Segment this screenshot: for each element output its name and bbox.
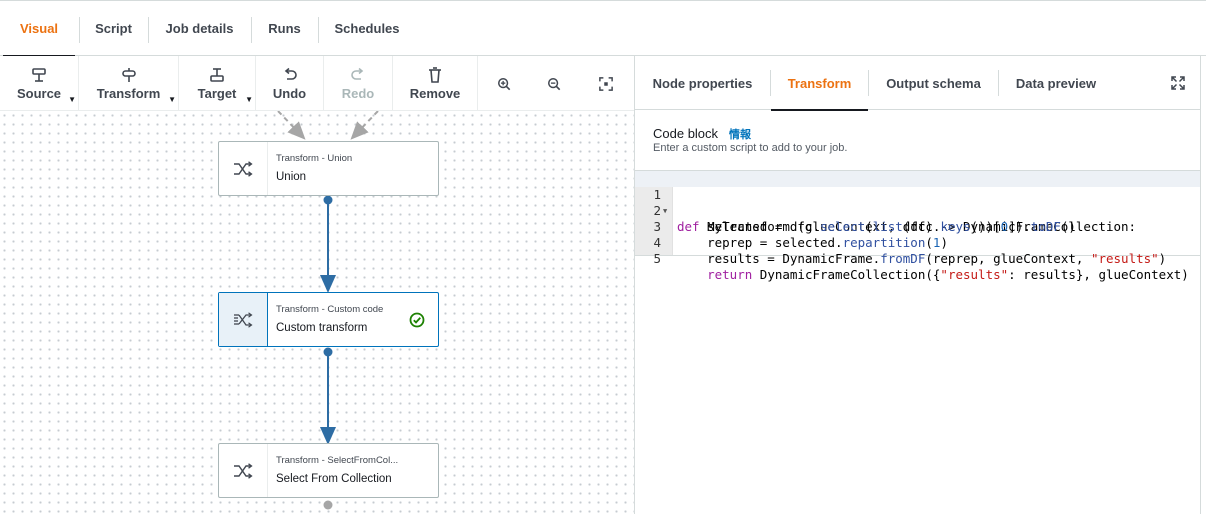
node-icon-box [219,142,268,195]
tab-data-preview[interactable]: Data preview [999,56,1113,110]
code-text: results = DynamicFrame.fromDF(reprep, gl… [677,251,1167,266]
zoom-in-button[interactable] [490,56,518,111]
caret-down-icon: ▼ [168,95,176,104]
node-icon-box [219,444,268,497]
code-block-title: Code block [653,126,719,141]
toolbar-divider [477,56,478,111]
tab-output-schema[interactable]: Output schema [869,56,998,110]
tab-schedules[interactable]: Schedules [319,0,415,56]
source-label: Source [16,85,62,101]
line-number: 5 [653,251,661,266]
node-custom-transform[interactable]: Transform - Custom code Custom transform [218,292,439,347]
fit-to-screen-button[interactable] [592,56,620,111]
tab-job-details[interactable]: Job details [149,0,250,56]
node-union[interactable]: Transform - Union Union [218,141,439,196]
zoom-in-icon [496,76,512,92]
code-line: 5 return DynamicFrameCollection({"result… [635,235,1201,282]
node-icon-box [219,293,268,346]
redo-button[interactable]: Redo [324,56,392,111]
tab-runs[interactable]: Runs [252,0,317,56]
redo-icon [350,67,366,83]
trash-icon [427,66,443,83]
node-type: Transform - SelectFromCol... [276,455,399,466]
node-name: Select From Collection [276,473,392,485]
source-icon [31,67,47,83]
check-circle-icon [409,312,425,333]
code-line: 1 ▼ def MyTransform (glueContext, dfc) -… [635,171,1201,234]
caret-down-icon: ▼ [245,95,253,104]
shuffle-icon [234,462,253,479]
target-icon [209,67,225,83]
transform-button[interactable]: Transform ▼ [79,56,178,111]
zoom-out-button[interactable] [540,56,568,111]
edge-port[interactable] [323,500,333,510]
node-type: Transform - Union [276,153,353,164]
panel-tabs: Node properties Transform Output schema … [635,56,1201,111]
target-button[interactable]: Target ▼ [179,56,255,111]
shuffle-icon [234,160,253,177]
visual-canvas[interactable]: Transform - Union Union Transform - Cust… [0,111,634,514]
code-line: 3 reprep = selected.repartition(1) [635,203,1201,250]
code-text: return DynamicFrameCollection({"results"… [707,267,1189,282]
tab-transform[interactable]: Transform [771,56,868,111]
custom-code-icon [234,311,253,328]
tab-visual[interactable]: Visual [3,0,75,57]
node-select-from-collection[interactable]: Transform - SelectFromCol... Select From… [218,443,439,498]
code-line: 4 results = DynamicFrame.fromDF(reprep, … [635,219,1201,266]
node-name: Union [276,171,307,183]
node-name: Custom transform [276,322,368,334]
caret-down-icon: ▼ [68,95,76,104]
node-details-panel: Node properties Transform Output schema … [634,56,1201,514]
tab-script[interactable]: Script [80,0,147,56]
remove-button[interactable]: Remove [393,56,477,111]
incoming-edge [277,111,306,140]
canvas-toolbar: Source ▼ Transform ▼ Target ▼ Undo Redo [0,56,634,111]
undo-icon [282,67,298,83]
node-type: Transform - Custom code [276,304,384,315]
undo-button[interactable]: Undo [256,56,323,111]
incoming-edge [350,111,379,140]
undo-label: Undo [272,85,307,101]
source-button[interactable]: Source ▼ [0,56,78,111]
code-block-description: Enter a custom script to add to your job… [653,142,848,154]
transform-icon [121,67,137,83]
code-editor[interactable]: 1 ▼ def MyTransform (glueContext, dfc) -… [635,170,1201,282]
zoom-out-icon [546,76,562,92]
job-editor-tabs: Visual Script Job details Runs Schedules [0,0,1206,57]
fit-to-screen-icon [598,76,614,92]
tab-node-properties[interactable]: Node properties [635,56,770,110]
remove-label: Remove [409,85,461,101]
redo-label: Redo [341,85,375,101]
code-line: 2 selected = dfc.select(list(dfc.keys())… [635,187,1201,234]
page-scroll-edge [1200,56,1206,514]
transform-label: Transform [96,85,161,101]
info-link[interactable]: 情報 [729,126,751,142]
expand-icon[interactable] [1170,75,1186,91]
target-label: Target [197,85,237,101]
